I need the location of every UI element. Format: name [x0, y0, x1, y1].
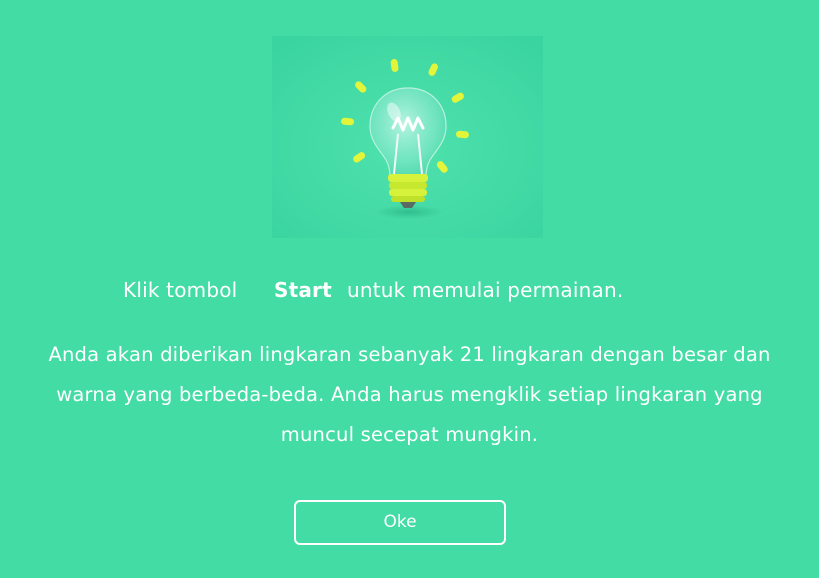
hero-image — [272, 36, 543, 238]
start-keyword: Start — [274, 278, 332, 302]
instruction-line: Klik tombol Start untuk memulai permaina… — [0, 274, 819, 306]
instruction-suffix: untuk memulai permainan. — [347, 278, 624, 302]
game-description: Anda akan diberikan lingkaran sebanyak 2… — [48, 343, 771, 446]
ok-button[interactable]: Oke — [294, 500, 506, 545]
instruction-screen: Klik tombol Start untuk memulai permaina… — [0, 0, 819, 578]
lightbulb-icon — [272, 36, 543, 238]
instruction-prefix: Klik tombol — [123, 278, 238, 302]
